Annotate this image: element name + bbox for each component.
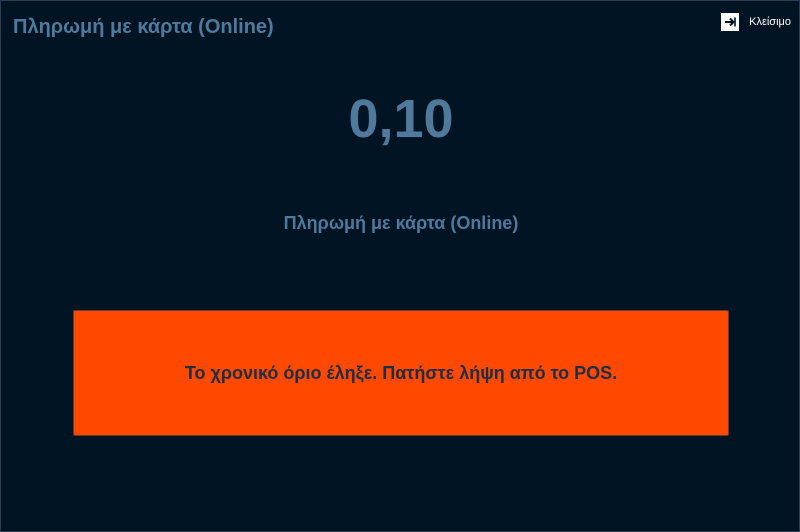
close-label: Κλείσιμο [749,16,791,28]
payment-dialog: Πληρωμή με κάρτα (Online) Κλείσιμο 0,10 … [0,0,800,532]
timeout-alert: Το χρονικό όριο έληξε. Πατήστε λήψη από … [73,310,729,436]
close-button[interactable]: Κλείσιμο [721,13,791,31]
exit-arrow-icon [721,13,740,31]
dialog-title: Πληρωμή με κάρτα (Online) [13,16,274,38]
alert-message: Το χρονικό όριο έληξε. Πατήστε λήψη από … [184,362,618,383]
payment-amount: 0,10 [348,89,454,149]
payment-method-label: Πληρωμή με κάρτα (Online) [283,213,519,233]
